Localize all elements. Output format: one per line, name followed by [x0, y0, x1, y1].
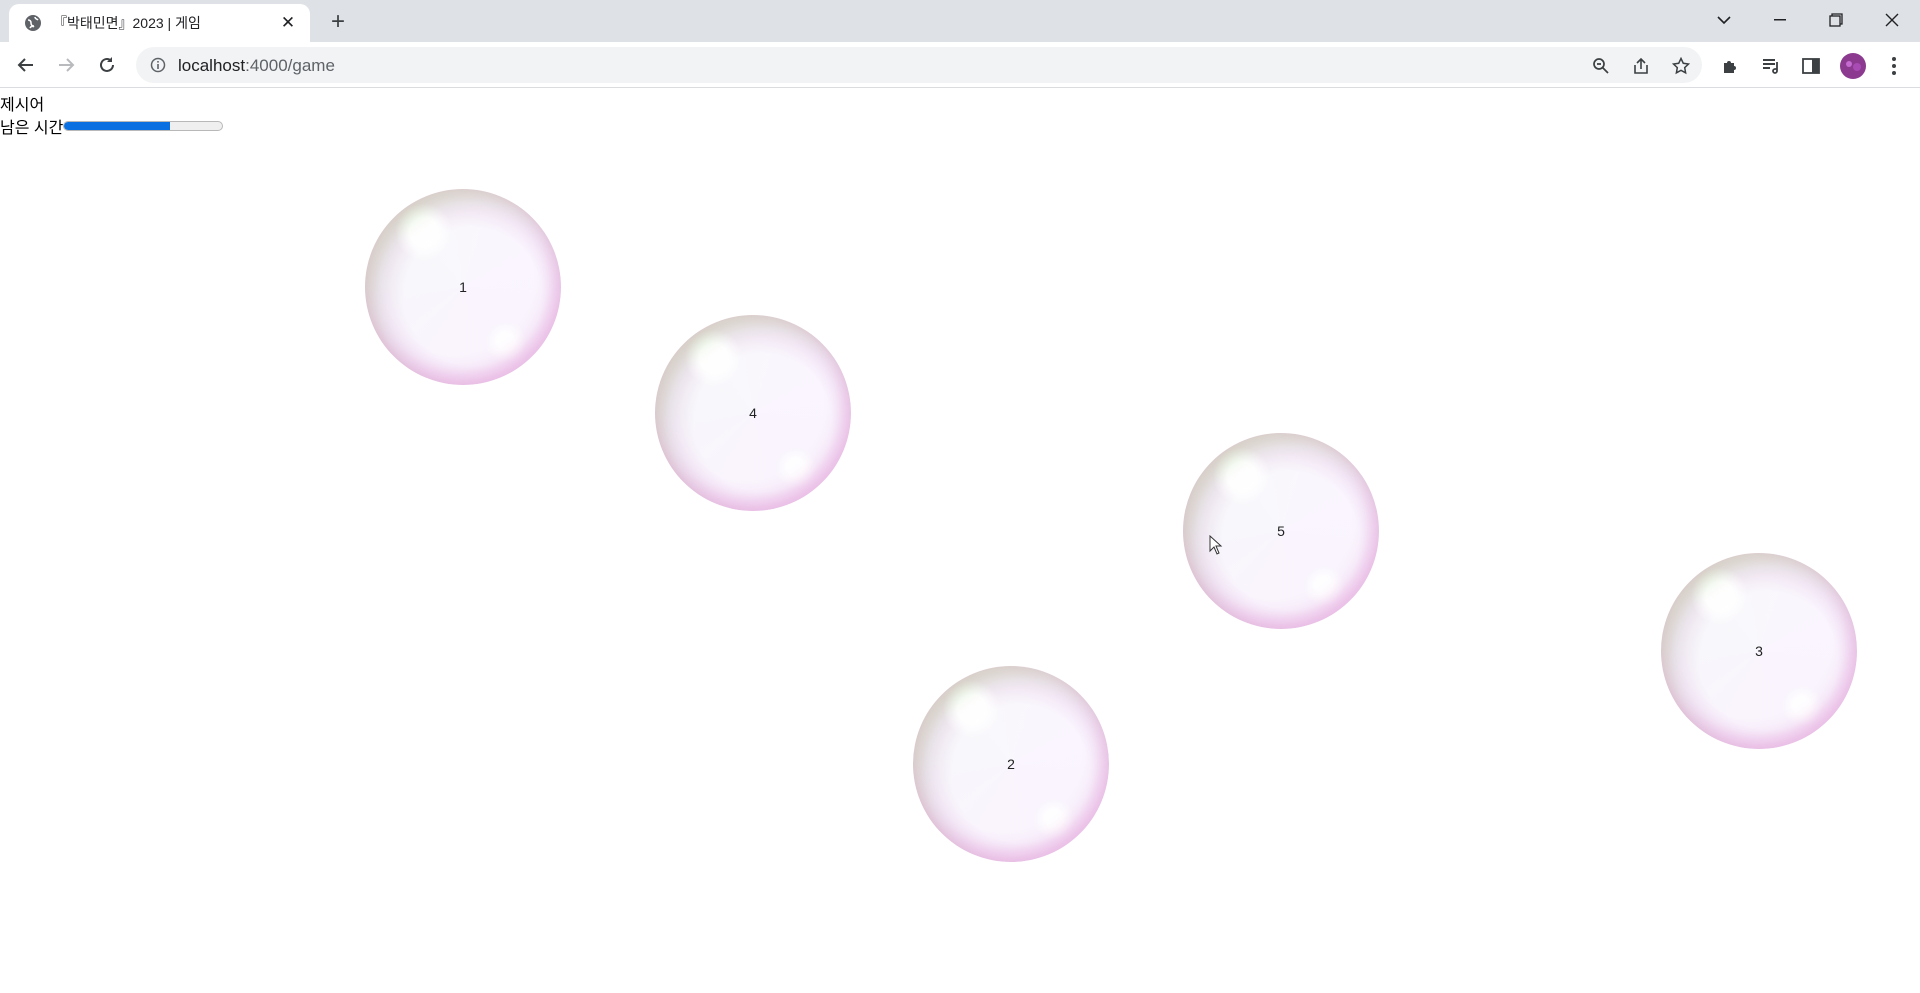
browser-toolbar: localhost:4000/game [0, 42, 1920, 88]
profile-avatar[interactable] [1839, 52, 1867, 80]
bubble-4[interactable]: 4 [655, 315, 851, 511]
window-controls [1696, 0, 1920, 40]
side-panel-icon[interactable] [1799, 54, 1823, 78]
bookmark-star-icon[interactable] [1670, 55, 1692, 77]
back-icon[interactable] [10, 49, 42, 81]
bubble-label: 1 [459, 279, 467, 295]
restore-icon[interactable] [1808, 0, 1864, 40]
menu-icon[interactable] [1882, 54, 1906, 78]
timer-label: 남은 시간 [0, 120, 64, 137]
site-info-icon[interactable] [148, 55, 168, 75]
time-remaining-progress [63, 121, 224, 131]
bubble-label: 5 [1277, 523, 1285, 539]
zoom-icon[interactable] [1590, 55, 1612, 77]
timer-row: 남은 시간 [0, 114, 224, 138]
url-text: localhost:4000/game [178, 56, 335, 76]
mouse-cursor-icon [1209, 535, 1223, 555]
globe-icon [23, 13, 43, 33]
time-remaining-fill [64, 122, 171, 130]
prompt-label: 제시어 [0, 97, 45, 114]
bubble-1[interactable]: 1 [365, 189, 561, 385]
tab-close-icon[interactable]: ✕ [278, 13, 298, 33]
browser-tab[interactable]: 『박태민면』2023 | 게임 ✕ [9, 4, 310, 42]
new-tab-button[interactable]: + [324, 8, 352, 36]
game-page: 제시어 남은 시간 1 4 5 3 2 [0, 89, 1920, 993]
extensions-icon[interactable] [1719, 54, 1743, 78]
bubble-label: 2 [1007, 756, 1015, 772]
forward-icon[interactable] [50, 49, 82, 81]
bubble-label: 4 [749, 405, 757, 421]
share-icon[interactable] [1630, 55, 1652, 77]
address-bar[interactable]: localhost:4000/game [136, 47, 1702, 83]
minimize-icon[interactable] [1752, 0, 1808, 40]
url-path: :4000/game [245, 56, 335, 75]
bubble-label: 3 [1755, 643, 1763, 659]
url-host: localhost [178, 56, 246, 75]
tab-title: 『박태민면』2023 | 게임 [53, 15, 201, 31]
window-close-icon[interactable] [1864, 0, 1920, 40]
bubble-5[interactable]: 5 [1183, 433, 1379, 629]
bubble-3[interactable]: 3 [1661, 553, 1857, 749]
tab-search-icon[interactable] [1696, 0, 1752, 40]
tab-strip: 『박태민면』2023 | 게임 ✕ + [0, 0, 1920, 42]
reload-icon[interactable] [91, 49, 123, 81]
reading-list-icon[interactable] [1759, 54, 1783, 78]
bubble-2[interactable]: 2 [913, 666, 1109, 862]
